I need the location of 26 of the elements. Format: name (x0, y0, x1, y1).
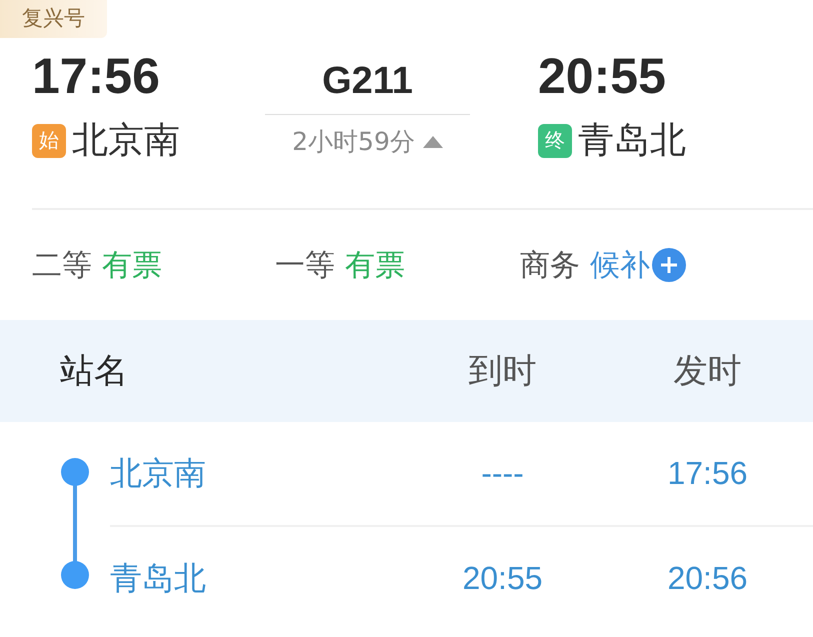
departure-cell: 20:56 (667, 560, 748, 597)
seat-class: 二等 (32, 246, 92, 284)
seat-class: 一等 (275, 246, 335, 284)
caret-icon[interactable] (422, 136, 443, 148)
seat-status[interactable]: 候补 (590, 244, 650, 286)
seat-class: 商务 (520, 246, 580, 284)
start-badge: 始 (32, 124, 66, 158)
seat-status: 有票 (345, 246, 405, 284)
plus-icon[interactable] (652, 248, 686, 282)
duration[interactable]: 2小时59分 (292, 125, 415, 158)
departure-time: 17:56 (32, 47, 160, 106)
column-header: 站名 (59, 350, 128, 393)
station-name: 青岛北 (110, 558, 206, 598)
train-type-tag: 复兴号 (0, 0, 107, 38)
end-badge: 终 (538, 124, 572, 158)
column-header: 发时 (674, 350, 742, 393)
departure-cell: 17:56 (667, 455, 748, 492)
arrival-time: 20:55 (538, 47, 666, 106)
seat-status: 有票 (102, 246, 162, 284)
arrival-cell: ---- (481, 455, 524, 492)
column-header: 到时 (468, 350, 536, 393)
arrival-station: 青岛北 (578, 119, 686, 163)
departure-station: 北京南 (72, 119, 180, 163)
train-number: G211 (322, 59, 413, 104)
arrival-cell: 20:55 (462, 560, 543, 597)
station-name: 北京南 (110, 452, 206, 494)
